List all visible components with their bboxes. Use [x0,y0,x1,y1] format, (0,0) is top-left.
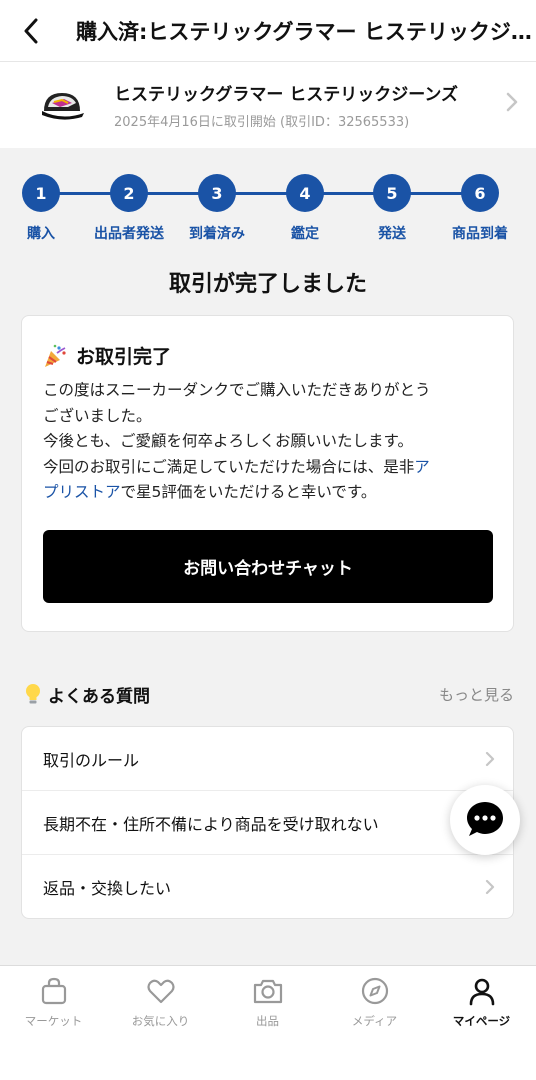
tab-label: マーケット [24,1014,83,1028]
faq-title: よくある質問 [48,686,150,707]
card-title: お取引完了 [76,346,172,368]
step-number: 1 [22,174,60,212]
chevron-left-icon [24,18,38,43]
step-label: 発送 [378,226,406,242]
faq-item-cannot-receive[interactable]: 長期不在・住所不備により商品を受け取れない [22,791,513,855]
app-store-link[interactable]: プリストア [43,483,121,501]
faq-item-rules[interactable]: 取引のルール [22,727,513,791]
step-number: 6 [461,174,499,212]
product-name: ヒステリックグラマー ヒステリックジーンズ [114,85,459,105]
tab-label: お気に入り [131,1014,190,1028]
tab-market[interactable]: マーケット [0,974,107,1029]
bottom-tab-bar: マーケット お気に入り 出品 メディア マイページ [0,965,536,1080]
progress-stepper: 1 購入 2 出品者発送 3 到着済み 4 鑑定 5 発送 6 商品到着 [0,170,536,250]
step-5: 5 発送 [342,174,442,243]
app-header: 購入済:ヒステリックグラマー ヒステリックジーンズ [0,0,536,62]
chat-bubble-icon [467,802,503,836]
contact-chat-button[interactable]: お問い合わせチャット [43,530,493,603]
step-4: 4 鑑定 [255,174,355,243]
step-label: 出品者発送 [94,226,164,242]
step-label: 鑑定 [291,226,319,242]
camera-icon [253,979,282,1004]
step-2: 2 出品者発送 [79,174,179,243]
completion-card: お取引完了 この度はスニーカーダンクでご購入いただきありがとう ございました。 … [21,315,514,632]
compass-icon [361,977,388,1005]
tab-mypage[interactable]: マイページ [428,974,535,1029]
product-summary[interactable]: ヒステリックグラマー ヒステリックジーンズ 2025年4月16日に取引開始 (取… [0,62,536,148]
step-number: 3 [198,174,236,212]
step-1: 1 購入 [0,174,91,243]
faq-header: よくある質問 もっと見る [24,680,514,708]
step-number: 2 [110,174,148,212]
faq-item-label: 取引のルール [43,750,140,770]
step-label: 購入 [27,226,55,242]
tab-media[interactable]: メディア [321,974,428,1029]
completion-message: この度はスニーカーダンクでご購入いただきありがとう ございました。 今後とも、ご… [43,378,498,506]
tab-favorites[interactable]: お気に入り [107,974,214,1029]
tab-label: メディア [351,1014,398,1028]
message-text: で星5評価をいただけると幸いです。 [120,483,377,501]
cap-image-icon [42,93,84,120]
see-more-link[interactable]: もっと見る [439,684,514,705]
faq-list: 取引のルール 長期不在・住所不備により商品を受け取れない 返品・交換したい [21,726,514,919]
chevron-right-icon [506,92,518,112]
transaction-complete-heading: 取引が完了しました [168,272,367,297]
faq-item-return-exchange[interactable]: 返品・交換したい [22,855,513,918]
app-store-link[interactable]: ア [414,458,430,476]
message-text: 今回のお取引にご満足していただけた場合には、是非 [43,457,415,476]
message-line: この度はスニーカーダンクでご購入いただきありがとう [43,381,431,399]
party-popper-icon [45,344,66,367]
bag-icon [41,977,66,1005]
faq-item-label: 長期不在・住所不備により商品を受け取れない [43,814,379,834]
step-label: 商品到着 [452,226,508,242]
message-line: 今回のお取引にご満足していただけた場合には、是非ア [43,455,498,481]
heart-icon [146,979,175,1004]
faq-item-label: 返品・交換したい [43,879,172,898]
person-icon [469,978,494,1006]
message-line: プリストアで星5評価をいただけると幸いです。 [43,480,498,506]
lightbulb-icon [26,684,40,704]
tab-sell[interactable]: 出品 [214,974,321,1029]
floating-chat-button[interactable] [450,785,520,855]
step-3: 3 到着済み [167,174,267,243]
step-number: 5 [373,174,411,212]
tab-label: 出品 [256,1014,279,1028]
back-button[interactable] [0,0,62,62]
transaction-meta: 2025年4月16日に取引開始 (取引ID：32565533) [114,115,410,130]
step-label: 到着済み [189,226,245,242]
tab-label: マイページ [452,1014,511,1028]
message-line: ございました。 [43,406,152,425]
product-thumbnail [32,75,92,135]
step-6: 6 商品到着 [430,174,530,243]
chevron-right-icon [485,751,495,767]
message-line: 今後とも、ご愛顧を何卒よろしくお願いいたします。 [43,432,413,450]
chevron-right-icon [485,879,495,895]
page-title: 購入済:ヒステリックグラマー ヒステリックジーンズ [76,19,532,44]
step-number: 4 [286,174,324,212]
